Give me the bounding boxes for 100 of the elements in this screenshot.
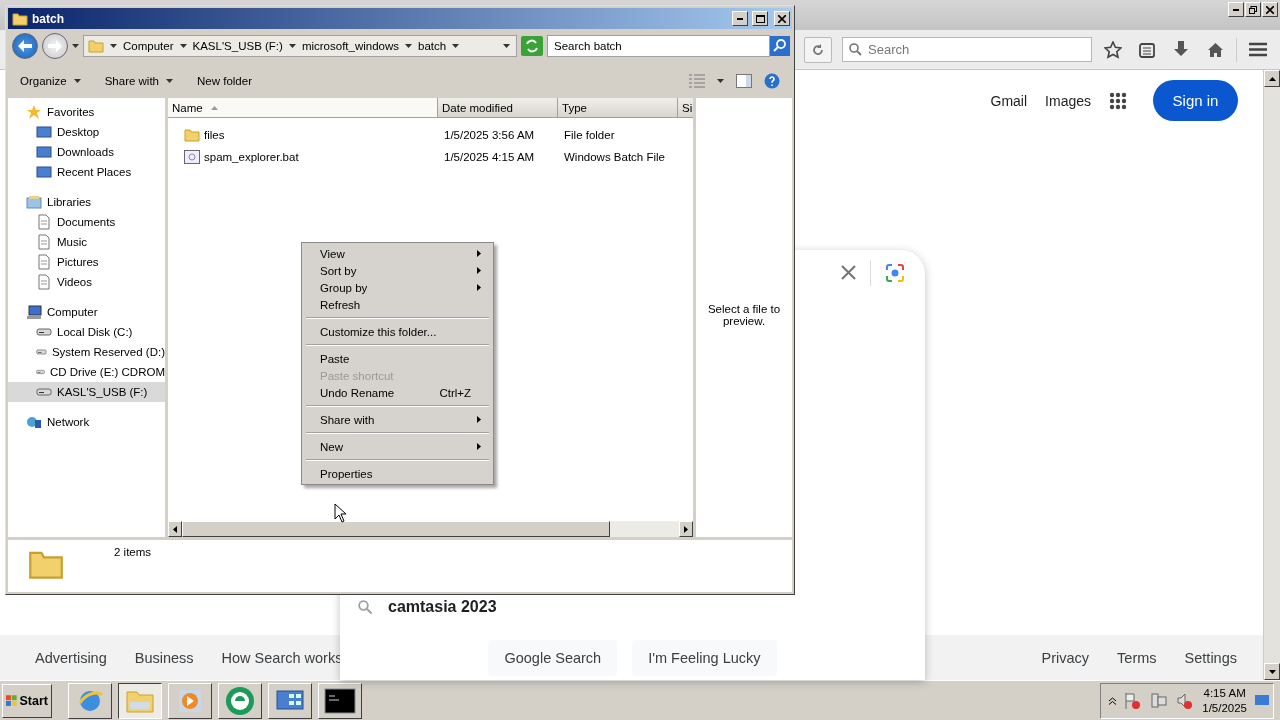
header-link[interactable]: Gmail bbox=[990, 92, 1028, 109]
search-icon bbox=[358, 600, 372, 614]
file-name[interactable]: files bbox=[168, 127, 438, 143]
forward-button[interactable] bbox=[42, 33, 68, 59]
apps-grid-icon[interactable] bbox=[1109, 91, 1127, 110]
menu-item[interactable]: Sort by bbox=[304, 262, 491, 279]
breadcrumb-item[interactable]: KASL'S_USB (F:) bbox=[192, 40, 283, 52]
close-icon bbox=[1266, 5, 1274, 14]
nav-item[interactable]: Libraries bbox=[8, 192, 165, 212]
search-button[interactable]: I'm Feeling Lucky bbox=[632, 640, 777, 676]
nav-item[interactable]: Network bbox=[8, 412, 165, 432]
preview-pane-icon[interactable] bbox=[736, 74, 752, 88]
suggestion-item[interactable]: camtasia 2023 bbox=[340, 592, 925, 622]
menu-item[interactable]: Paste bbox=[304, 350, 491, 367]
batch-file-icon bbox=[184, 149, 200, 165]
footer-link[interactable]: Terms bbox=[1117, 649, 1157, 666]
submenu-arrow-icon bbox=[477, 267, 481, 274]
left-arrow-icon[interactable] bbox=[173, 525, 177, 533]
date-cell-text: 1/5/2025 3:56 AM bbox=[443, 129, 536, 141]
document-icon bbox=[36, 234, 52, 250]
nav-item[interactable]: Documents bbox=[8, 212, 165, 232]
windows-logo-icon bbox=[6, 693, 18, 708]
breadcrumb-item[interactable]: batch bbox=[418, 40, 447, 52]
close-button[interactable] bbox=[774, 11, 790, 26]
up-arrow-icon[interactable] bbox=[1268, 76, 1276, 81]
toolbar-button[interactable]: Share with bbox=[104, 75, 173, 87]
search-field[interactable]: Search bbox=[842, 37, 1092, 62]
file-name[interactable]: spam_explorer.bat bbox=[168, 149, 438, 165]
vertical-scrollbar[interactable] bbox=[1263, 70, 1280, 680]
show-desktop-icon[interactable] bbox=[1255, 694, 1269, 707]
column-header[interactable]: Name bbox=[168, 98, 438, 117]
network-icon[interactable] bbox=[1150, 691, 1169, 710]
nav-item[interactable]: KASL'S_USB (F:) bbox=[8, 382, 165, 402]
menu-item[interactable]: New bbox=[304, 438, 491, 455]
nav-item[interactable]: Local Disk (C:) bbox=[8, 322, 165, 342]
header-link[interactable]: Images bbox=[1045, 92, 1091, 109]
search-icon[interactable] bbox=[770, 36, 790, 56]
column-header[interactable]: Type bbox=[558, 98, 678, 117]
horizontal-scrollbar[interactable] bbox=[168, 521, 693, 537]
footer-link[interactable]: Settings bbox=[1184, 649, 1237, 666]
back-button[interactable] bbox=[12, 33, 38, 59]
submenu-arrow-icon bbox=[477, 250, 481, 257]
refresh-icon[interactable] bbox=[521, 36, 543, 56]
reload-button[interactable] bbox=[804, 36, 832, 63]
minimize-icon bbox=[1233, 8, 1239, 11]
nav-item[interactable]: System Reserved (D:) bbox=[8, 342, 165, 362]
start-button[interactable]: Start bbox=[2, 683, 52, 718]
speaker-muted-icon[interactable] bbox=[1176, 691, 1195, 710]
nav-item[interactable]: Favorites bbox=[8, 102, 165, 122]
footer-link[interactable]: Business bbox=[134, 649, 194, 666]
toolbar-button[interactable]: New folder bbox=[197, 75, 252, 87]
submenu-arrow-icon bbox=[477, 416, 481, 423]
maximize-button[interactable] bbox=[752, 11, 768, 26]
footer-link[interactable]: Privacy bbox=[1041, 649, 1090, 666]
breadcrumb-item[interactable]: microsoft_windows bbox=[301, 40, 400, 52]
nav-item[interactable]: Pictures bbox=[8, 252, 165, 272]
terminal-icon bbox=[324, 687, 356, 714]
nav-item[interactable]: Downloads bbox=[8, 142, 165, 162]
footer-link[interactable]: Advertising bbox=[35, 649, 107, 666]
star-icon bbox=[26, 104, 42, 120]
camera-lens-icon[interactable] bbox=[885, 262, 905, 283]
nav-item[interactable]: Videos bbox=[8, 272, 165, 292]
menu-item[interactable]: Customize this folder... bbox=[304, 323, 491, 340]
caret-icon bbox=[179, 44, 187, 48]
nav-item[interactable]: Desktop bbox=[8, 122, 165, 142]
toolbar-button[interactable]: Organize bbox=[20, 75, 81, 87]
drive-icon bbox=[36, 368, 45, 376]
clock-time: 4:15 AM bbox=[1203, 685, 1246, 701]
address-bar[interactable]: Computer KASL'S_USB (F:) microsoft_windows batch bbox=[83, 35, 517, 57]
chevron-up-icon[interactable] bbox=[1109, 696, 1117, 705]
minimize-button[interactable] bbox=[1228, 2, 1244, 17]
nav-item[interactable]: Computer bbox=[8, 302, 165, 322]
menu-item[interactable]: View bbox=[304, 245, 491, 262]
right-arrow-icon[interactable] bbox=[684, 525, 688, 533]
nav-item[interactable]: CD Drive (E:) CDROM bbox=[8, 362, 165, 382]
menu-item[interactable]: Group by bbox=[304, 279, 491, 296]
restore-button[interactable] bbox=[1245, 2, 1261, 17]
down-arrow-icon[interactable] bbox=[1268, 669, 1276, 674]
flag-error-icon[interactable] bbox=[1124, 691, 1143, 710]
minimize-button[interactable] bbox=[732, 11, 748, 26]
window-title: batch bbox=[32, 11, 65, 26]
nav-item[interactable]: Music bbox=[8, 232, 165, 252]
caret-icon bbox=[288, 44, 296, 48]
taskbar-app-button[interactable] bbox=[118, 682, 162, 719]
menu-item[interactable]: Share with bbox=[304, 411, 491, 428]
menu-item[interactable]: Properties bbox=[304, 465, 491, 482]
column-header[interactable]: Date modified bbox=[438, 98, 558, 117]
caret-icon bbox=[73, 79, 81, 83]
restore-icon bbox=[1249, 5, 1257, 14]
clear-icon[interactable] bbox=[841, 265, 856, 280]
search-button[interactable]: Google Search bbox=[488, 640, 618, 676]
close-button[interactable] bbox=[1262, 2, 1278, 17]
menu-item[interactable]: Undo Rename Ctrl+Z bbox=[304, 384, 491, 401]
help-icon[interactable] bbox=[764, 73, 780, 89]
sign-in-button[interactable]: Sign in bbox=[1153, 80, 1238, 121]
item-count: 2 items bbox=[114, 546, 152, 558]
menu-item[interactable]: Refresh bbox=[304, 296, 491, 313]
dropdown-caret-icon bbox=[503, 44, 510, 48]
breadcrumb-item[interactable]: Computer bbox=[123, 40, 174, 52]
nav-item[interactable]: Recent Places bbox=[8, 162, 165, 182]
